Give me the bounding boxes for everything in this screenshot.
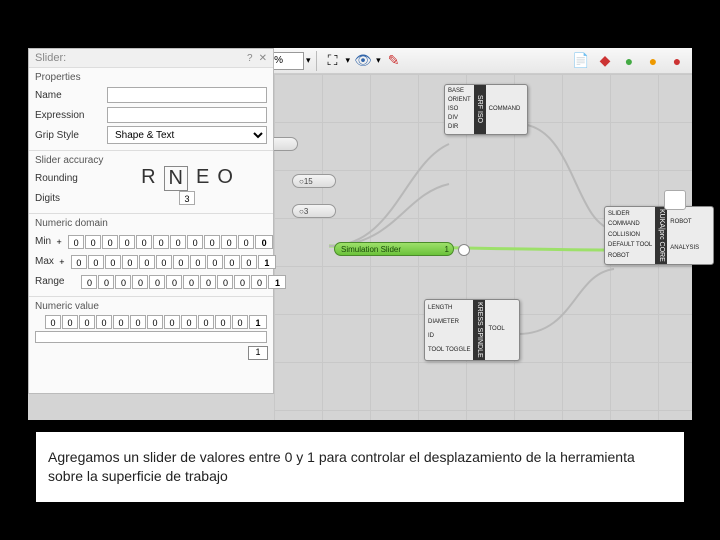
label-range: Range (35, 276, 64, 287)
label-grip: Grip Style (35, 130, 107, 141)
numeric-digits[interactable]: 0000000000001 (35, 315, 267, 329)
label-min: Min (35, 236, 51, 247)
name-input[interactable] (107, 87, 267, 103)
simulation-slider[interactable]: Simulation Slider1 (334, 242, 454, 256)
panel-title: Slider: (35, 52, 66, 64)
expression-input[interactable] (107, 107, 267, 123)
node-spine: KUKA|prc CORE (655, 207, 667, 264)
slider-grip-icon[interactable] (458, 244, 470, 256)
node-spine: KRESS SPINDLE (473, 300, 485, 360)
section-domain: Numeric domain Min+000000000000 Max+0000… (29, 214, 273, 297)
panel-chip-icon[interactable] (664, 190, 686, 210)
brush-icon[interactable]: ✎ (383, 50, 405, 72)
section-header: Slider accuracy (35, 155, 267, 166)
node-spine: SRF ISO (474, 85, 486, 134)
toolbar: ▦ 💾 ▾ ⛶ ▾ 👁 ▾ ✎ 📄 ◆ ● ● ● (208, 48, 692, 74)
digits-value[interactable]: 3 (179, 191, 195, 205)
slider-panel: Slider: ? ✕ Properties Name Expression Gr… (28, 48, 274, 394)
red-ball-icon[interactable]: ● (666, 50, 688, 72)
node-kuka[interactable]: SLIDERCOMMANDCOLLISIONDEFAULT TOOLROBOT … (604, 206, 714, 265)
label-max: Max (35, 256, 54, 267)
rounding-e[interactable]: E (196, 166, 209, 191)
section-numeric: Numeric value 0000000000001 1 (29, 297, 273, 349)
numeric-slider[interactable]: 1 (35, 331, 267, 343)
section-header: Numeric value (35, 301, 267, 312)
doc-icon[interactable]: 📄 (570, 50, 592, 72)
node-srf-iso[interactable]: BASEORIENTISODIVDIR SRF ISO COMMAND (444, 84, 528, 135)
section-header: Properties (35, 72, 267, 83)
section-header: Numeric domain (35, 218, 267, 229)
grip-select[interactable]: Shape & Text (107, 126, 267, 144)
node-kress[interactable]: LENGTHDIAMETERIDTOOL TOGGLE KRESS SPINDL… (424, 299, 520, 361)
max-digits[interactable]: +000000000001 (54, 255, 276, 269)
capsule-3[interactable]: ○ 3 (292, 204, 336, 218)
min-digits[interactable]: +000000000000 (51, 235, 273, 249)
zoom-extents-icon[interactable]: ⛶ (322, 50, 344, 72)
label-rounding: Rounding (35, 173, 107, 184)
section-properties: Properties Name Expression Grip StyleSha… (29, 68, 273, 151)
capsule-15[interactable]: ○ 15 (292, 174, 336, 188)
label-name: Name (35, 90, 107, 101)
canvas[interactable]: Pt ○ 15 ○ 3 BASEORIENTISODIVDIR SRF ISO … (274, 74, 692, 420)
section-accuracy: Slider accuracy Rounding R N E O Digits 3 (29, 151, 273, 214)
caption: Agregamos un slider de valores entre 0 y… (36, 432, 684, 502)
label-digits: Digits (35, 193, 107, 204)
rounding-r[interactable]: R (141, 166, 155, 191)
range-digits[interactable]: 000000000001 (64, 275, 286, 289)
numeric-slider-value: 1 (248, 346, 268, 360)
red-gem-icon[interactable]: ◆ (594, 50, 616, 72)
rounding-o[interactable]: O (217, 166, 233, 191)
help-icon[interactable]: ? (247, 53, 253, 64)
rounding-n[interactable]: N (164, 166, 188, 191)
green-ball-icon[interactable]: ● (618, 50, 640, 72)
panel-header: Slider: ? ✕ (29, 49, 273, 68)
app-frame: ▦ 💾 ▾ ⛶ ▾ 👁 ▾ ✎ 📄 ◆ ● ● ● Pt ○ 15 ○ 3 BA… (28, 48, 692, 420)
label-expression: Expression (35, 110, 107, 121)
eye-icon[interactable]: 👁 (352, 50, 374, 72)
close-icon[interactable]: ✕ (259, 53, 267, 64)
orange-ball-icon[interactable]: ● (642, 50, 664, 72)
